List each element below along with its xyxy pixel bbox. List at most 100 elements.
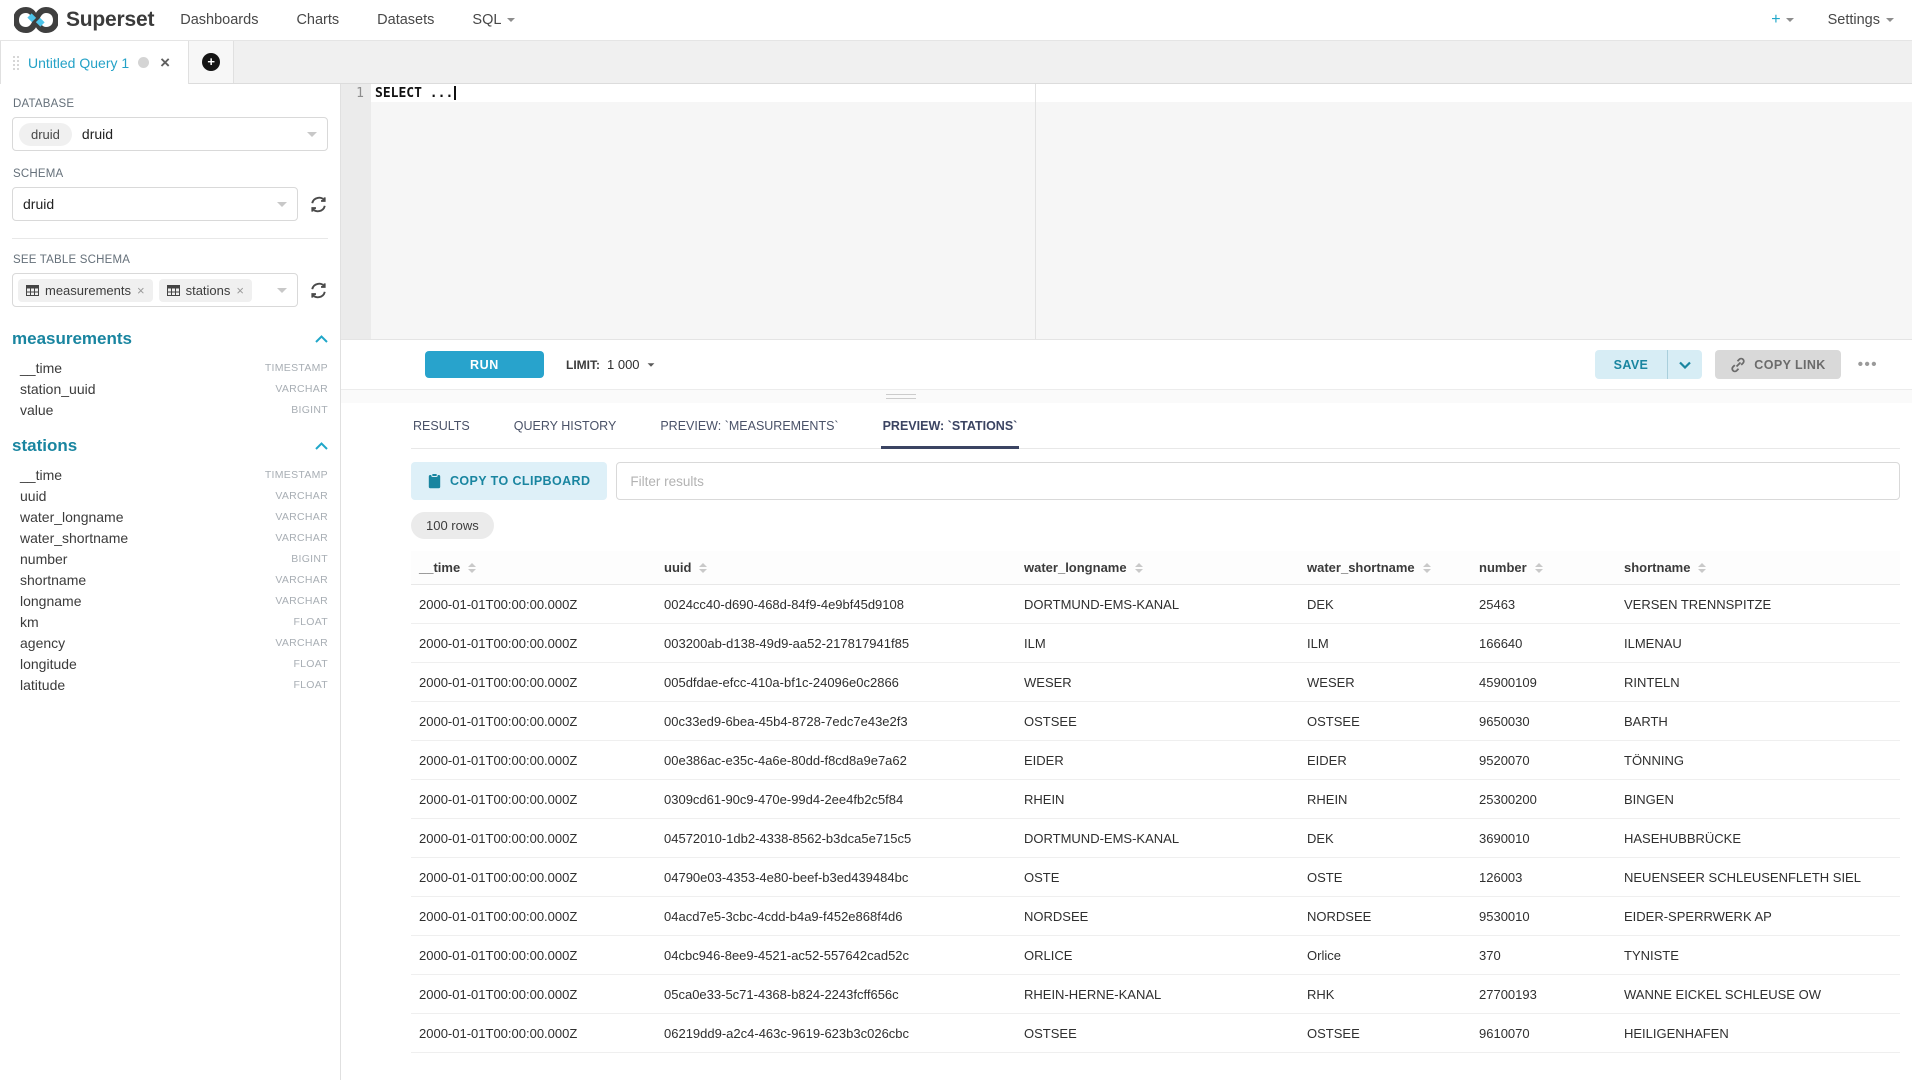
- table-schema-pill[interactable]: stations ×: [159, 279, 252, 302]
- cell-uuid: 04acd7e5-3cbc-4cdd-b4a9-f452e868f4d6: [656, 897, 1016, 936]
- column-header[interactable]: uuid: [656, 551, 1016, 585]
- nav-item[interactable]: Dashboards: [180, 12, 258, 28]
- cell-time: 2000-01-01T00:00:00.000Z: [411, 936, 656, 975]
- table-row[interactable]: 2000-01-01T00:00:00.000Z 00c33ed9-6bea-4…: [411, 702, 1900, 741]
- chevron-down-icon: [277, 288, 287, 293]
- table-row[interactable]: 2000-01-01T00:00:00.000Z 0024cc40-d690-4…: [411, 585, 1900, 624]
- table-row[interactable]: 2000-01-01T00:00:00.000Z 0309cd61-90c9-4…: [411, 780, 1900, 819]
- cell-water-longname: RHEIN: [1016, 780, 1299, 819]
- database-select[interactable]: druid druid: [12, 117, 328, 151]
- remove-table-icon[interactable]: ×: [137, 283, 145, 298]
- measurements-header[interactable]: measurements: [12, 329, 328, 349]
- results-tab[interactable]: PREVIEW: `STATIONS`: [881, 409, 1020, 449]
- column-name: water_shortname: [20, 530, 128, 546]
- cell-time: 2000-01-01T00:00:00.000Z: [411, 819, 656, 858]
- cell-water-shortname: OSTE: [1299, 858, 1471, 897]
- column-header-label: water_longname: [1024, 560, 1127, 575]
- table-row[interactable]: 2000-01-01T00:00:00.000Z 00e386ac-e35c-4…: [411, 741, 1900, 780]
- editor-code-area[interactable]: SELECT ...: [371, 84, 1912, 339]
- cell-number: 25300200: [1471, 780, 1616, 819]
- cell-uuid: 04cbc946-8ee9-4521-ac52-557642cad52c: [656, 936, 1016, 975]
- nav-item[interactable]: SQL: [472, 12, 515, 28]
- cell-time: 2000-01-01T00:00:00.000Z: [411, 741, 656, 780]
- cell-water-shortname: DEK: [1299, 585, 1471, 624]
- chevron-up-icon[interactable]: [315, 335, 328, 343]
- save-button[interactable]: SAVE: [1595, 350, 1668, 379]
- table-row[interactable]: 2000-01-01T00:00:00.000Z 05ca0e33-5c71-4…: [411, 975, 1900, 1014]
- column-name: longitude: [20, 656, 77, 672]
- column-row: water_shortname VARCHAR: [12, 527, 328, 548]
- more-actions-icon[interactable]: •••: [1854, 356, 1882, 373]
- copy-to-clipboard-button[interactable]: COPY TO CLIPBOARD: [411, 462, 607, 500]
- copy-link-button[interactable]: COPY LINK: [1715, 350, 1840, 379]
- table-schema-multiselect[interactable]: measurements × stations ×: [12, 273, 298, 307]
- column-header-label: uuid: [664, 560, 691, 575]
- column-header[interactable]: water_shortname: [1299, 551, 1471, 585]
- sort-icon[interactable]: [468, 563, 476, 573]
- sort-icon[interactable]: [1135, 563, 1143, 573]
- column-row: station_uuid VARCHAR: [12, 378, 328, 399]
- results-header-row: __time uuid: [411, 551, 1900, 585]
- refresh-tables-icon[interactable]: [309, 281, 328, 300]
- save-options-caret[interactable]: [1668, 350, 1702, 379]
- table-row[interactable]: 2000-01-01T00:00:00.000Z 04acd7e5-3cbc-4…: [411, 897, 1900, 936]
- run-button[interactable]: RUN: [425, 351, 544, 378]
- query-tab-active[interactable]: Untitled Query 1 ×: [0, 41, 189, 84]
- limit-dropdown[interactable]: LIMIT: 1 000: [566, 357, 655, 372]
- results-tab[interactable]: RESULTS: [411, 409, 472, 449]
- see-table-schema-label: SEE TABLE SCHEMA: [13, 254, 328, 266]
- column-row: shortname VARCHAR: [12, 569, 328, 590]
- results-tab[interactable]: QUERY HISTORY: [512, 409, 619, 449]
- remove-table-icon[interactable]: ×: [236, 283, 244, 298]
- column-row: latitude FLOAT: [12, 674, 328, 695]
- cell-number: 3690010: [1471, 819, 1616, 858]
- table-row[interactable]: 2000-01-01T00:00:00.000Z 005dfdae-efcc-4…: [411, 663, 1900, 702]
- add-query-tab-button[interactable]: +: [189, 41, 234, 83]
- resize-handle[interactable]: [886, 394, 916, 402]
- cell-water-shortname: DEK: [1299, 819, 1471, 858]
- sort-icon[interactable]: [1698, 563, 1706, 573]
- limit-label: LIMIT:: [566, 358, 600, 372]
- sort-icon[interactable]: [699, 563, 707, 573]
- table-row[interactable]: 2000-01-01T00:00:00.000Z 04790e03-4353-4…: [411, 858, 1900, 897]
- link-icon: [1730, 357, 1746, 373]
- nav-item[interactable]: Datasets: [377, 12, 434, 28]
- schema-select[interactable]: druid: [12, 187, 298, 221]
- new-item-dropdown[interactable]: +: [1771, 11, 1793, 29]
- table-schema-pill[interactable]: measurements ×: [18, 279, 153, 302]
- chevron-up-icon[interactable]: [315, 442, 328, 450]
- settings-menu[interactable]: Settings: [1828, 12, 1894, 28]
- table-row[interactable]: 2000-01-01T00:00:00.000Z 04cbc946-8ee9-4…: [411, 936, 1900, 975]
- cell-uuid: 003200ab-d138-49d9-aa52-217817941f85: [656, 624, 1016, 663]
- cell-water-longname: WESER: [1016, 663, 1299, 702]
- results-tabs: RESULTS QUERY HISTORY PREVIEW: `MEASUREM…: [411, 409, 1900, 449]
- table-row[interactable]: 2000-01-01T00:00:00.000Z 06219dd9-a2c4-4…: [411, 1014, 1900, 1053]
- column-header[interactable]: number: [1471, 551, 1616, 585]
- table-row[interactable]: 2000-01-01T00:00:00.000Z 04572010-1db2-4…: [411, 819, 1900, 858]
- infinity-logo-icon: [14, 7, 58, 33]
- cell-water-shortname: WESER: [1299, 663, 1471, 702]
- column-header[interactable]: water_longname: [1016, 551, 1299, 585]
- nav-item[interactable]: Charts: [296, 12, 339, 28]
- editor-active-line: SELECT ...: [371, 84, 1912, 102]
- close-tab-icon[interactable]: ×: [158, 54, 172, 71]
- column-type: FLOAT: [293, 679, 328, 691]
- stations-header[interactable]: stations: [12, 436, 328, 456]
- sort-icon[interactable]: [1423, 563, 1431, 573]
- column-type: VARCHAR: [275, 511, 328, 523]
- chevron-down-icon: [277, 202, 287, 207]
- cell-number: 370: [1471, 936, 1616, 975]
- sql-editor[interactable]: 1 SELECT ...: [341, 84, 1912, 340]
- superset-logo[interactable]: Superset: [14, 7, 154, 33]
- sort-icon[interactable]: [1535, 563, 1543, 573]
- cell-water-longname: RHEIN-HERNE-KANAL: [1016, 975, 1299, 1014]
- column-header[interactable]: shortname: [1616, 551, 1900, 585]
- refresh-schema-icon[interactable]: [309, 195, 328, 214]
- column-header[interactable]: __time: [411, 551, 656, 585]
- table-row[interactable]: 2000-01-01T00:00:00.000Z 003200ab-d138-4…: [411, 624, 1900, 663]
- drag-grip-icon[interactable]: [13, 56, 19, 70]
- results-tab[interactable]: PREVIEW: `MEASUREMENTS`: [658, 409, 840, 449]
- cell-shortname: WANNE EICKEL SCHLEUSE OW: [1616, 975, 1900, 1014]
- filter-results-input[interactable]: [616, 462, 1900, 500]
- chevron-down-icon: [307, 132, 317, 137]
